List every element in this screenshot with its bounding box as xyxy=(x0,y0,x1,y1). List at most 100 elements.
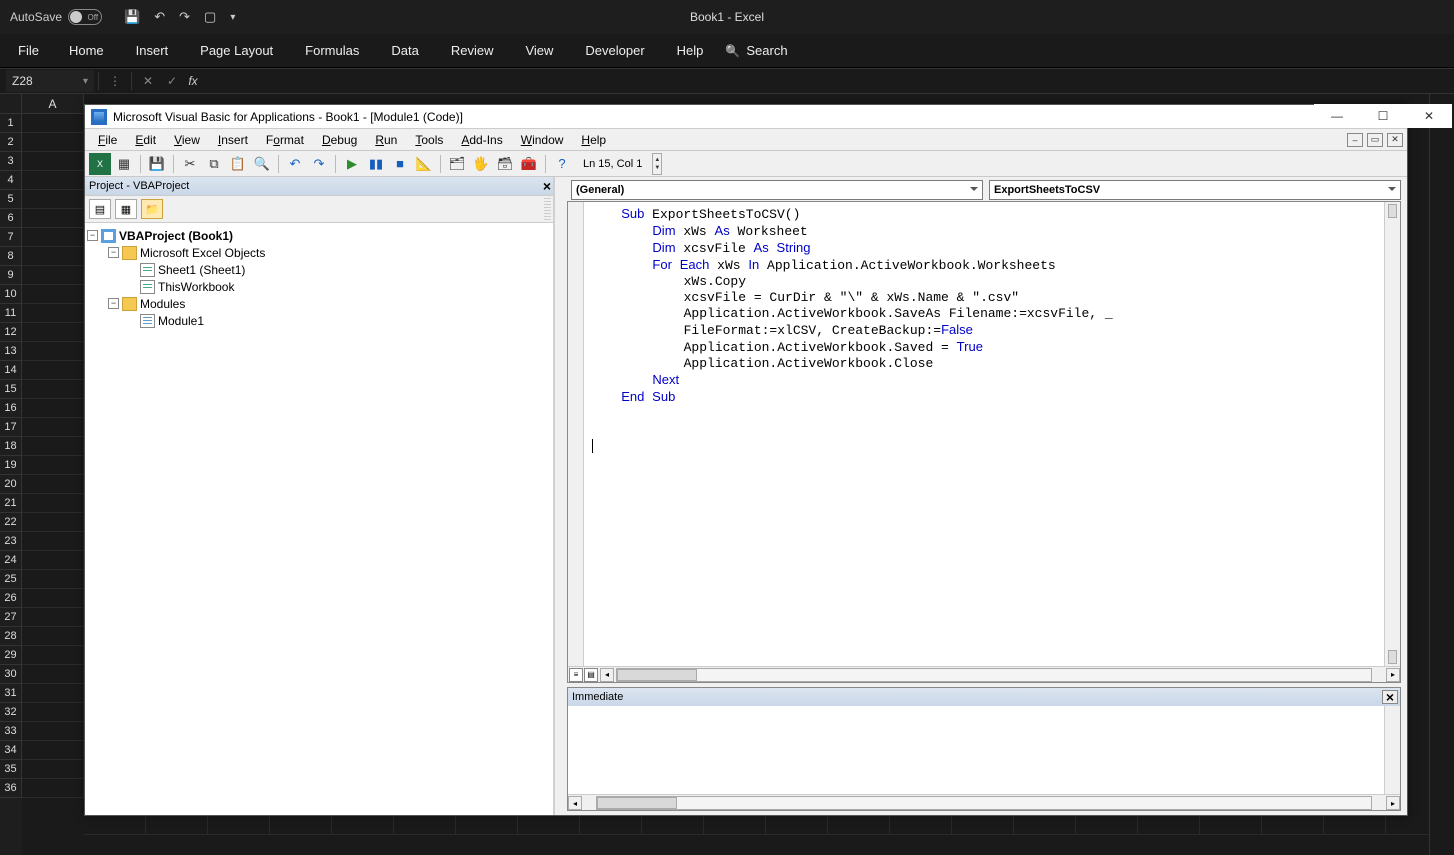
row-header[interactable]: 1 xyxy=(0,114,22,133)
row-header[interactable]: 11 xyxy=(0,304,22,323)
project-tree[interactable]: −VBAProject (Book1) −Microsoft Excel Obj… xyxy=(85,223,553,815)
cell[interactable] xyxy=(22,665,84,684)
expand-icon[interactable]: − xyxy=(108,247,119,258)
row-header[interactable]: 21 xyxy=(0,494,22,513)
enter-icon[interactable]: ✓ xyxy=(160,70,184,92)
column-header-a[interactable]: A xyxy=(22,94,84,114)
row-header[interactable]: 28 xyxy=(0,627,22,646)
row-header[interactable]: 17 xyxy=(0,418,22,437)
vba-titlebar[interactable]: Microsoft Visual Basic for Applications … xyxy=(85,105,1407,129)
cell[interactable] xyxy=(22,323,84,342)
view-code-icon[interactable]: ▤ xyxy=(89,199,111,219)
row-header[interactable]: 35 xyxy=(0,760,22,779)
row-header[interactable]: 29 xyxy=(0,646,22,665)
cell[interactable] xyxy=(22,399,84,418)
row-header[interactable]: 24 xyxy=(0,551,22,570)
toolbar-overflow-icon[interactable]: ▲▼ xyxy=(652,153,662,175)
menu-insert[interactable]: Insert xyxy=(209,130,257,150)
copy-icon[interactable]: ⧉ xyxy=(203,153,225,175)
project-explorer-close-icon[interactable]: × xyxy=(543,178,551,194)
mdi-restore-icon[interactable]: ▭ xyxy=(1367,133,1383,147)
search-box[interactable]: Search xyxy=(725,43,787,58)
tab-file[interactable]: File xyxy=(4,35,53,66)
autosave-toggle[interactable]: Off xyxy=(68,9,102,25)
row-header[interactable]: 2 xyxy=(0,133,22,152)
cell[interactable] xyxy=(22,152,84,171)
tree-module1[interactable]: Module1 xyxy=(158,314,204,328)
cell[interactable] xyxy=(22,551,84,570)
row-header[interactable]: 12 xyxy=(0,323,22,342)
cell[interactable] xyxy=(22,437,84,456)
row-header[interactable]: 4 xyxy=(0,171,22,190)
row-header[interactable]: 15 xyxy=(0,380,22,399)
save-icon-vba[interactable]: 💾 xyxy=(146,153,168,175)
expand-icon[interactable]: − xyxy=(108,298,119,309)
cell[interactable] xyxy=(22,703,84,722)
tab-page-layout[interactable]: Page Layout xyxy=(184,35,289,66)
cell[interactable] xyxy=(22,190,84,209)
row-header[interactable]: 26 xyxy=(0,589,22,608)
row-header[interactable]: 16 xyxy=(0,399,22,418)
view-excel-icon[interactable]: X xyxy=(89,153,111,175)
scroll-left-icon[interactable]: ◂ xyxy=(600,668,614,682)
break-icon[interactable]: ▮▮ xyxy=(365,153,387,175)
row-header[interactable]: 20 xyxy=(0,475,22,494)
save-icon[interactable]: 💾 xyxy=(124,9,140,25)
properties-icon[interactable]: 🖐 xyxy=(470,153,492,175)
mdi-close-icon[interactable]: ✕ xyxy=(1387,133,1403,147)
immediate-vscrollbar[interactable] xyxy=(1384,706,1400,794)
tree-root[interactable]: VBAProject (Book1) xyxy=(119,229,233,243)
cell[interactable] xyxy=(22,532,84,551)
mdi-minimize-icon[interactable]: – xyxy=(1347,133,1363,147)
cell[interactable] xyxy=(22,361,84,380)
row-header[interactable]: 5 xyxy=(0,190,22,209)
view-object-icon[interactable]: ▦ xyxy=(115,199,137,219)
object-browser-icon[interactable]: 🗃 xyxy=(494,153,516,175)
row-header[interactable]: 31 xyxy=(0,684,22,703)
cell[interactable] xyxy=(22,304,84,323)
cell[interactable] xyxy=(22,646,84,665)
tab-insert[interactable]: Insert xyxy=(120,35,185,66)
window-minimize-icon[interactable]: — xyxy=(1314,104,1360,128)
row-header[interactable]: 6 xyxy=(0,209,22,228)
row-header[interactable]: 9 xyxy=(0,266,22,285)
tab-view[interactable]: View xyxy=(509,35,569,66)
row-header[interactable]: 18 xyxy=(0,437,22,456)
immediate-titlebar[interactable]: Immediate × xyxy=(568,688,1400,706)
qat-more-icon[interactable]: ▾ xyxy=(230,12,235,23)
cell[interactable] xyxy=(22,779,84,798)
cell[interactable] xyxy=(22,494,84,513)
cell[interactable] xyxy=(22,171,84,190)
menu-format[interactable]: Format xyxy=(257,130,313,150)
row-header[interactable]: 32 xyxy=(0,703,22,722)
row-header[interactable]: 13 xyxy=(0,342,22,361)
menu-debug[interactable]: Debug xyxy=(313,130,366,150)
undo-icon[interactable]: ↶ xyxy=(154,9,165,25)
tab-data[interactable]: Data xyxy=(375,35,434,66)
expand-icon[interactable]: − xyxy=(87,230,98,241)
cancel-icon[interactable]: ✕ xyxy=(136,70,160,92)
menu-file[interactable]: File xyxy=(89,130,126,150)
cell[interactable] xyxy=(22,570,84,589)
row-header[interactable]: 7 xyxy=(0,228,22,247)
cell[interactable] xyxy=(22,760,84,779)
row-header[interactable]: 34 xyxy=(0,741,22,760)
row-header[interactable]: 8 xyxy=(0,247,22,266)
redo-icon-vba[interactable]: ↷ xyxy=(308,153,330,175)
row-header[interactable]: 14 xyxy=(0,361,22,380)
window-close-icon[interactable]: ✕ xyxy=(1406,104,1452,128)
row-header[interactable]: 27 xyxy=(0,608,22,627)
camera-icon[interactable]: ▢ xyxy=(204,9,216,25)
row-header[interactable]: 33 xyxy=(0,722,22,741)
tree-excel-objects[interactable]: Microsoft Excel Objects xyxy=(140,246,265,260)
cell[interactable] xyxy=(22,380,84,399)
cell[interactable] xyxy=(22,285,84,304)
scroll-left-icon[interactable]: ◂ xyxy=(568,796,582,810)
tree-sheet1[interactable]: Sheet1 (Sheet1) xyxy=(158,263,245,277)
undo-icon-vba[interactable]: ↶ xyxy=(284,153,306,175)
code-vscrollbar[interactable] xyxy=(1384,202,1400,666)
insert-module-icon[interactable]: ▦ xyxy=(113,153,135,175)
code-text[interactable]: Sub ExportSheetsToCSV() Dim xWs As Works… xyxy=(584,202,1384,666)
code-hscrollbar[interactable]: ≡▤ ◂ ▸ xyxy=(568,666,1400,682)
paste-icon[interactable]: 📋 xyxy=(227,153,249,175)
